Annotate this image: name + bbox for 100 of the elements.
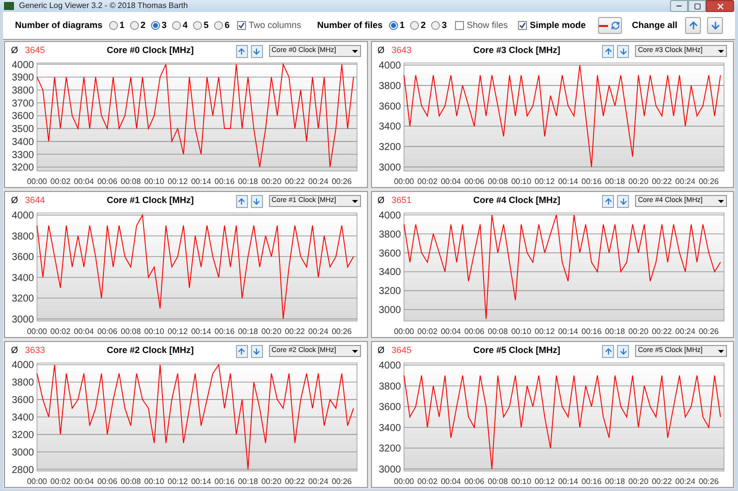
x-tick-label: 00:02 [50,477,70,486]
move-down-button[interactable] [617,194,629,208]
move-down-button[interactable] [250,194,262,208]
move-all-down-button[interactable] [707,17,723,34]
arrow-up-icon [237,46,246,56]
x-tick-label: 00:14 [558,327,578,336]
arrow-up-icon [237,196,246,206]
move-down-button[interactable] [250,344,262,358]
y-tick-label: 3200 [378,286,400,298]
x-tick-label: 00:18 [604,177,624,186]
arrow-up-icon [604,196,612,206]
move-up-button[interactable] [602,344,614,358]
x-tick-label: 00:12 [534,477,554,486]
radio-label: 1 [400,18,405,32]
arrow-down-icon [618,196,628,206]
radio-button[interactable] [108,21,118,30]
radio-button[interactable] [388,21,398,30]
average-value: 3644 [25,194,46,208]
move-up-button[interactable] [602,44,614,58]
move-up-button[interactable] [236,44,248,58]
radio-label: 6 [224,18,230,32]
chart-title: Core #0 Clock [MHz] [106,44,195,58]
y-tick-label: 3000 [378,162,400,174]
x-tick-label: 00:22 [284,177,305,186]
average-symbol: Ø [378,194,386,208]
radio-button[interactable] [172,21,181,30]
x-tick-label: 00:08 [487,177,508,186]
x-tick-label: 00:20 [628,327,648,336]
dropdown-arrow-icon [718,200,724,202]
x-tick-label: 00:14 [558,477,578,486]
maximize-icon [694,2,700,10]
x-tick-label: 00:02 [50,327,70,336]
arrow-up-icon [688,20,699,31]
arrow-down-icon [618,346,628,356]
chart-title: Core #1 Clock [MHz] [106,194,195,208]
y-tick-label: 3400 [378,422,400,434]
radio-button[interactable] [410,21,419,30]
average-symbol: Ø [11,194,20,208]
x-tick-label: 00:22 [284,327,305,336]
x-tick-label: 00:22 [651,177,672,186]
x-tick-label: 00:14 [191,477,212,486]
x-tick-label: 00:08 [120,477,141,486]
x-tick-label: 00:20 [261,477,282,486]
x-tick-label: 00:06 [464,477,484,486]
x-tick-label: 00:10 [510,327,531,336]
close-button[interactable] [706,0,734,12]
average-symbol: Ø [11,344,20,358]
move-all-up-button[interactable] [685,17,702,34]
average-value: 3645 [25,44,46,58]
move-up-button[interactable] [236,344,248,358]
x-tick-label: 00:04 [74,327,94,336]
average-symbol: Ø [378,44,386,58]
dropdown-arrow-icon [352,50,358,52]
y-tick-label: 3400 [378,122,400,133]
y-tick-label: 3000 [378,305,400,316]
arrow-up-icon [604,346,612,356]
x-tick-label: 00:08 [120,177,141,186]
y-tick-label: 3800 [12,86,34,96]
checkbox-label: Show files [466,18,508,32]
minimize-button[interactable] [670,0,688,12]
x-tick-label: 00:14 [191,177,212,186]
y-tick-label: 3600 [12,395,34,406]
x-tick-label: 00:22 [284,477,305,486]
x-tick-label: 00:10 [510,177,531,186]
checkbox-label: Two columns [248,18,302,32]
x-tick-label: 00:12 [168,477,188,486]
checkbox[interactable] [236,21,246,30]
y-tick-label: 4000 [378,210,400,222]
line-refresh-button[interactable] [598,17,622,34]
move-down-button[interactable] [250,44,262,58]
maximize-button[interactable] [688,0,706,12]
window-title: Generic Log Viewer 3.2 - © 2018 Thomas Barth [19,0,189,12]
x-tick-label: 00:20 [628,177,648,186]
radio-button[interactable] [214,21,223,30]
y-tick-label: 3200 [12,162,34,174]
x-tick-label: 00:10 [510,477,531,486]
arrow-down-icon [252,196,261,206]
checkbox[interactable] [454,21,464,30]
x-tick-label: 00:18 [604,477,624,486]
checkbox[interactable] [518,21,527,30]
x-tick-label: 00:04 [440,327,460,336]
radio-button[interactable] [430,21,440,30]
radio-button[interactable] [130,21,139,30]
average-value: 3651 [392,194,413,208]
files-label: Number of files [317,18,383,32]
move-up-button[interactable] [602,194,614,208]
y-tick-label: 3600 [12,111,34,122]
move-down-button[interactable] [617,344,629,358]
chart-title: Core #5 Clock [MHz] [472,344,562,358]
move-up-button[interactable] [236,194,248,208]
move-down-button[interactable] [617,44,629,58]
x-tick-label: 00:06 [464,327,484,336]
x-tick-label: 00:16 [581,177,602,186]
radio-button[interactable] [150,21,160,30]
radio-button[interactable] [192,21,202,30]
close-icon [716,2,724,10]
y-tick-label: 4000 [378,360,400,372]
average-value: 3643 [392,44,413,58]
x-tick-label: 00:24 [674,177,695,186]
checkbox-label: Simple mode [530,18,586,32]
